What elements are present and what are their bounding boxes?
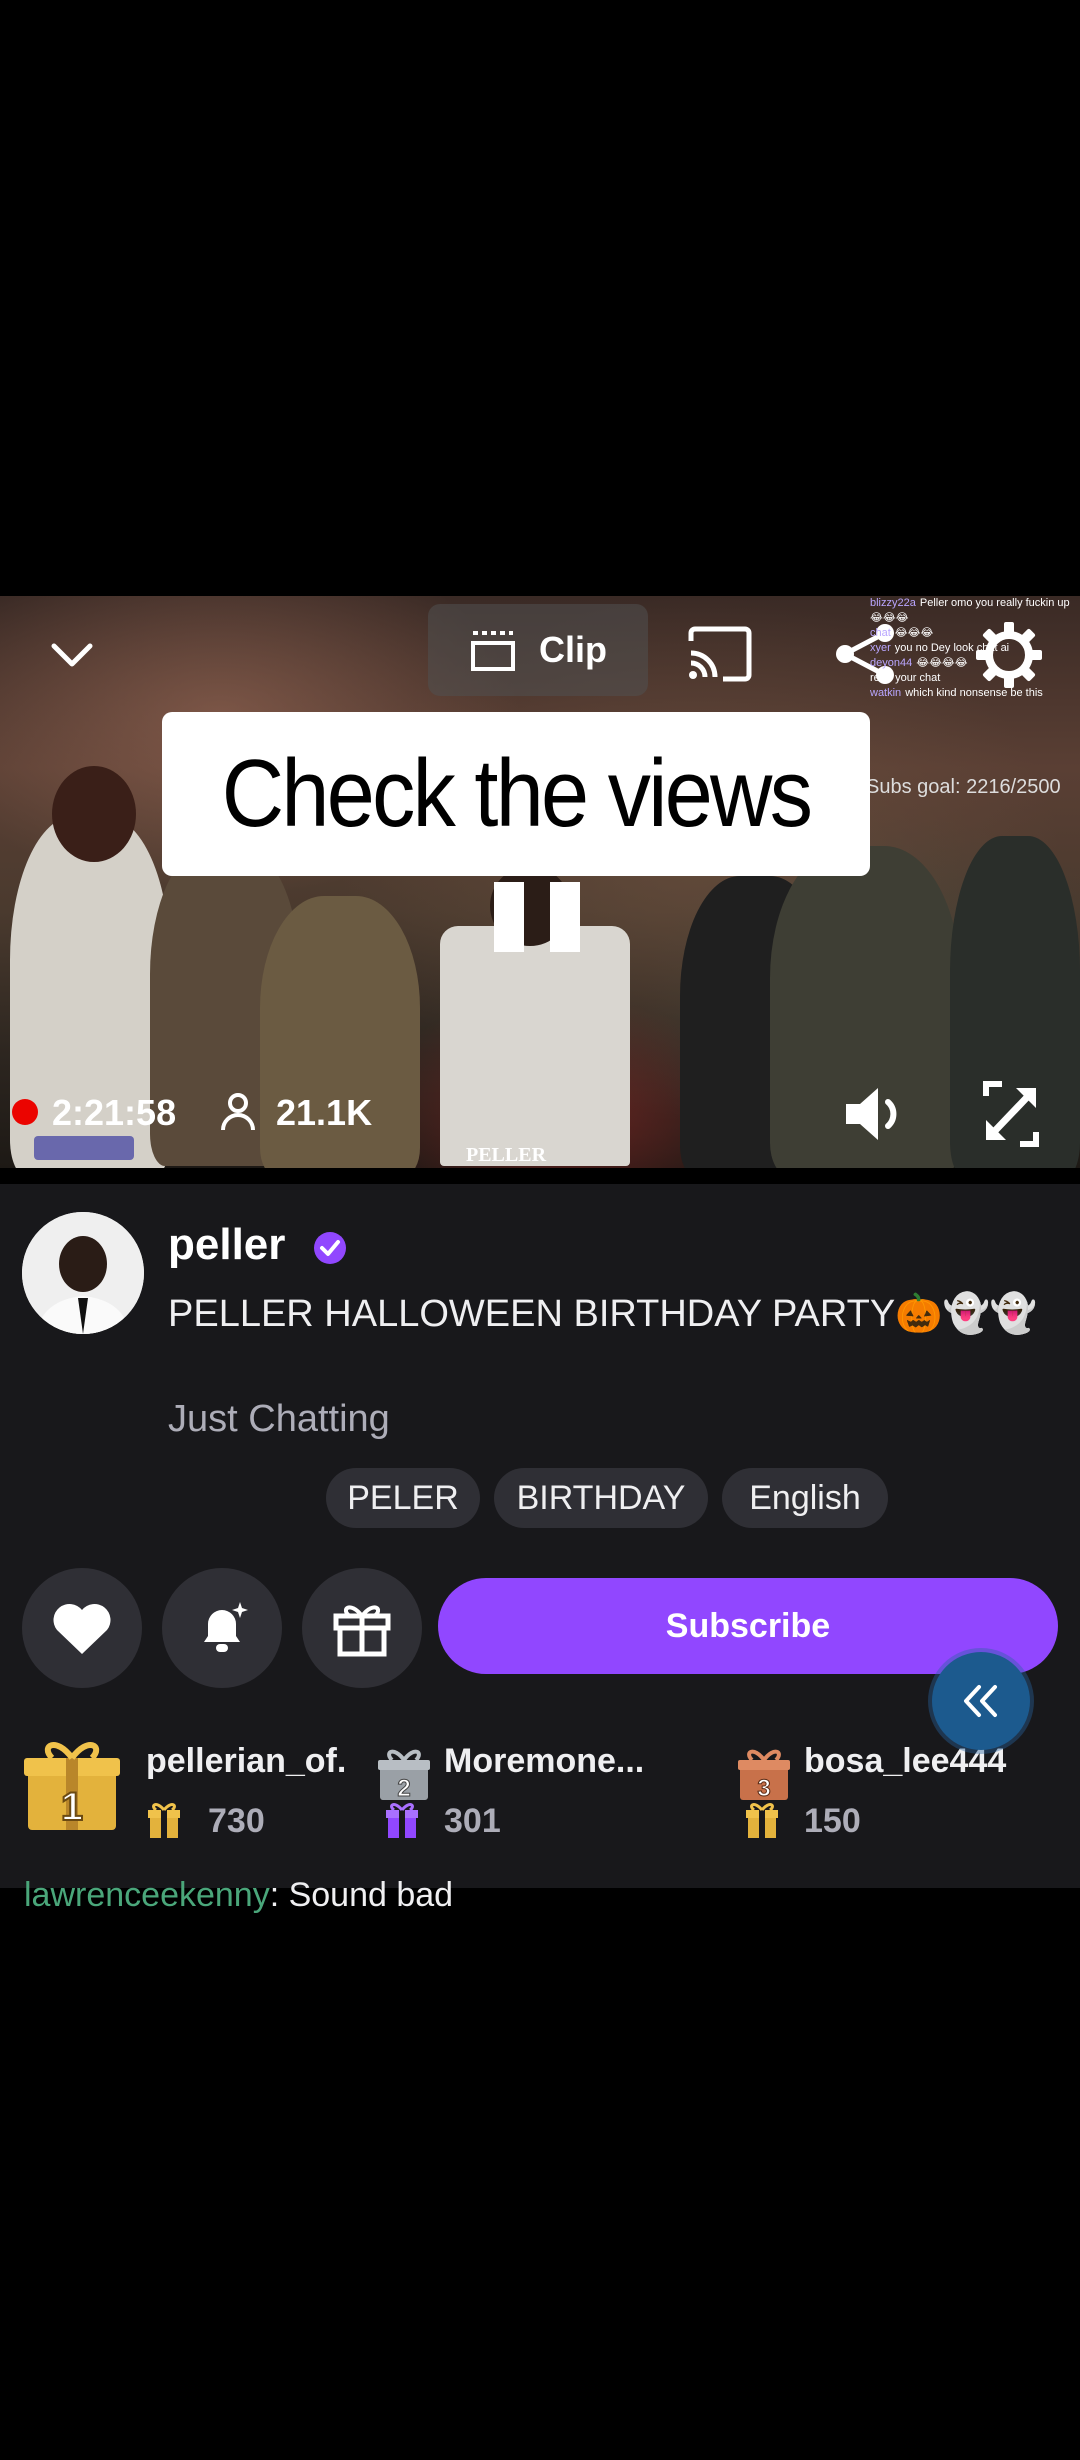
top-gifter-3[interactable]: 3 bosa_lee444 150 [736, 1730, 1066, 1850]
volume-button[interactable] [842, 1082, 912, 1146]
chevron-down-icon [51, 643, 93, 667]
tag-chip[interactable]: BIRTHDAY [494, 1468, 708, 1528]
rank-number: 2 [397, 1775, 410, 1802]
overlay-chat-user: blizzy22a [870, 597, 916, 609]
gift-rank-badge-icon: 3 [738, 1749, 790, 1802]
overlay-chat-text: 😂😂😂😂 [916, 657, 968, 669]
overlay-chat-line: 😂😂😂 [870, 611, 1080, 626]
caption-text: Check the views [221, 740, 813, 847]
overlay-chat-line: chat 😂😂😂 [870, 626, 1080, 641]
gift-rank-badge-icon: 2 [378, 1749, 430, 1802]
chat-message: lawrenceekenny: Sound bad [24, 1876, 453, 1915]
gift-rank-badge-icon: 1 [24, 1742, 120, 1830]
gift-icon [148, 1803, 180, 1838]
follow-button[interactable] [22, 1568, 142, 1688]
video-player[interactable]: Clip blizzy22a Peller omo you really fuck… [0, 596, 1080, 1168]
overlay-chat-line: read your chat [870, 671, 1080, 686]
heart-icon [53, 1603, 111, 1654]
gifter-name: pellerian_of. [146, 1742, 347, 1780]
overlay-chat-line: blizzy22a Peller omo you really fuckin up [870, 596, 1080, 611]
rank-number: 1 [61, 1785, 83, 1829]
gift-sub-button[interactable] [302, 1568, 422, 1688]
expand-chat-button[interactable] [932, 1652, 1030, 1750]
rank-number: 3 [757, 1775, 770, 1802]
stream-chat-overlay: blizzy22a Peller omo you really fuckin up… [870, 596, 1080, 701]
overlay-chat-user: deyon44 [870, 657, 913, 669]
chat-text: : Sound bad [269, 1876, 454, 1914]
channel-info-panel: peller PELLER HALLOWEEN BIRTHDAY PARTY🎃👻… [0, 1184, 1080, 1914]
top-gifter-2[interactable]: 2 Moremone... 301 [376, 1730, 706, 1850]
stream-title: PELLER HALLOWEEN BIRTHDAY PARTY🎃👻👻 [168, 1293, 1038, 1335]
overlay-chat-text: read your chat [870, 672, 941, 684]
overlay-chat-line: watkin which kind nonsense be this [870, 686, 1080, 701]
video-figure [440, 926, 630, 1166]
overlay-chat-line: xyer you no Dey look chat ai [870, 641, 1080, 656]
subs-goal: Subs goal: 2216/2500 [866, 776, 1061, 798]
chat-username[interactable]: lawrenceekenny [24, 1876, 270, 1914]
double-chevron-left-icon [964, 1685, 997, 1717]
gifter-count: 730 [208, 1802, 265, 1840]
volume-icon [846, 1088, 897, 1140]
gift-icon [386, 1803, 418, 1838]
video-figure [52, 766, 136, 862]
overlay-chat-user: xyer [870, 642, 891, 654]
stream-uptime: 2:21:58 [52, 1092, 177, 1133]
notifications-button[interactable] [162, 1568, 282, 1688]
video-watermark: PELLER [466, 1144, 547, 1166]
overlay-chat-text: 😂😂😂 [870, 612, 909, 624]
top-gifter-1[interactable]: 1 pellerian_of. 730 [22, 1730, 352, 1850]
overlay-chat-text: which kind nonsense be this [905, 687, 1043, 699]
overlay-chat-text: you no Dey look chat ai [894, 642, 1010, 654]
cast-button[interactable] [684, 620, 756, 688]
viewer-count: 21.1K [276, 1092, 373, 1133]
avatar[interactable] [22, 1212, 144, 1334]
bell-icon [204, 1602, 248, 1652]
gifter-name: Moremone... [444, 1742, 645, 1780]
live-indicator [12, 1099, 38, 1125]
overlay-chat-text: 😂😂😂 [894, 627, 934, 639]
clip-icon [471, 631, 515, 671]
channel-name[interactable]: peller [168, 1220, 285, 1270]
fullscreen-button[interactable] [976, 1076, 1046, 1152]
overlay-chat-user: chat [870, 627, 891, 639]
tag-chip[interactable]: English [722, 1468, 888, 1528]
cast-icon [688, 626, 752, 682]
person-icon [221, 1093, 255, 1131]
gifter-count: 150 [804, 1802, 861, 1840]
caption-overlay: Check the views [162, 712, 870, 876]
verified-icon [314, 1232, 346, 1264]
pause-icon[interactable] [490, 882, 590, 952]
overlay-chat-line: deyon44 😂😂😂😂 [870, 656, 1080, 671]
avatar-image [22, 1212, 144, 1334]
tag-chip[interactable]: PELER [326, 1468, 480, 1528]
overlay-chat-user: watkin [870, 687, 902, 699]
overlay-chat-text: Peller omo you really fuckin up [919, 597, 1070, 609]
gift-icon [333, 1605, 391, 1657]
clip-button[interactable]: Clip [428, 604, 648, 696]
gift-icon [746, 1803, 778, 1838]
channel-watermark-badge [34, 1136, 134, 1160]
stream-category[interactable]: Just Chatting [168, 1398, 390, 1441]
collapse-player-button[interactable] [40, 624, 104, 688]
clip-label: Clip [539, 629, 607, 670]
fullscreen-icon [983, 1081, 1039, 1147]
gifter-count: 301 [444, 1802, 501, 1840]
